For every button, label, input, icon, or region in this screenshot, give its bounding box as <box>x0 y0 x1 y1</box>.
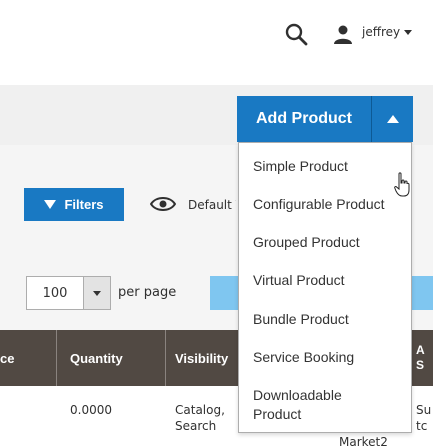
menu-item-simple-product[interactable]: Simple Product <box>253 157 408 176</box>
column-header-quantity[interactable]: Quantity <box>70 330 166 386</box>
add-product-toggle-button[interactable] <box>371 96 413 142</box>
filters-label: Filters <box>64 197 104 212</box>
menu-item-configurable-product[interactable]: Configurable Product <box>253 195 408 214</box>
user-menu-caret-icon[interactable] <box>404 30 412 35</box>
menu-item-grouped-product[interactable]: Grouped Product <box>253 233 408 252</box>
pager-previous-button[interactable] <box>210 276 238 310</box>
filters-button[interactable]: Filters <box>24 188 124 221</box>
cell-visibility-line1: Catalog, <box>175 403 225 417</box>
page-header: jeffrey <box>0 0 433 85</box>
menu-item-virtual-product[interactable]: Virtual Product <box>253 271 408 290</box>
column-divider <box>165 330 166 386</box>
cell-quantity: 0.0000 <box>70 403 112 417</box>
user-menu-name[interactable]: jeffrey <box>362 25 400 39</box>
column-header-status[interactable]: A S <box>416 330 433 386</box>
caret-up-icon <box>386 115 399 123</box>
eye-icon[interactable] <box>150 196 176 212</box>
menu-item-service-booking[interactable]: Service Booking <box>253 348 408 367</box>
add-product-dropdown-menu: Simple Product Configurable Product Grou… <box>238 142 412 433</box>
chevron-down-icon <box>93 290 101 296</box>
per-page-value[interactable]: 100 <box>26 276 84 310</box>
menu-item-bundle-product[interactable]: Bundle Product <box>253 310 408 329</box>
user-icon[interactable] <box>333 24 353 44</box>
filter-funnel-icon <box>44 200 57 209</box>
cell-visibility-line2: Search <box>175 419 217 433</box>
hand-cursor-icon <box>394 172 410 197</box>
cell-status-line1: Su <box>416 403 432 417</box>
search-icon[interactable] <box>284 22 308 46</box>
pager-next-button[interactable] <box>412 276 433 310</box>
column-divider <box>56 330 57 386</box>
per-page-toggle[interactable] <box>84 276 111 310</box>
cell-websites: Market2 <box>339 435 388 448</box>
default-view-selector[interactable]: Default View <box>188 198 236 212</box>
per-page-label: per page <box>118 285 177 300</box>
column-header-visibility[interactable]: Visibility <box>175 330 239 386</box>
cell-status-line2: tc <box>416 419 428 433</box>
column-header-price[interactable]: ce <box>0 330 56 386</box>
add-product-button[interactable]: Add Product <box>237 96 371 142</box>
menu-item-downloadable-product[interactable]: Downloadable Product <box>253 386 363 424</box>
